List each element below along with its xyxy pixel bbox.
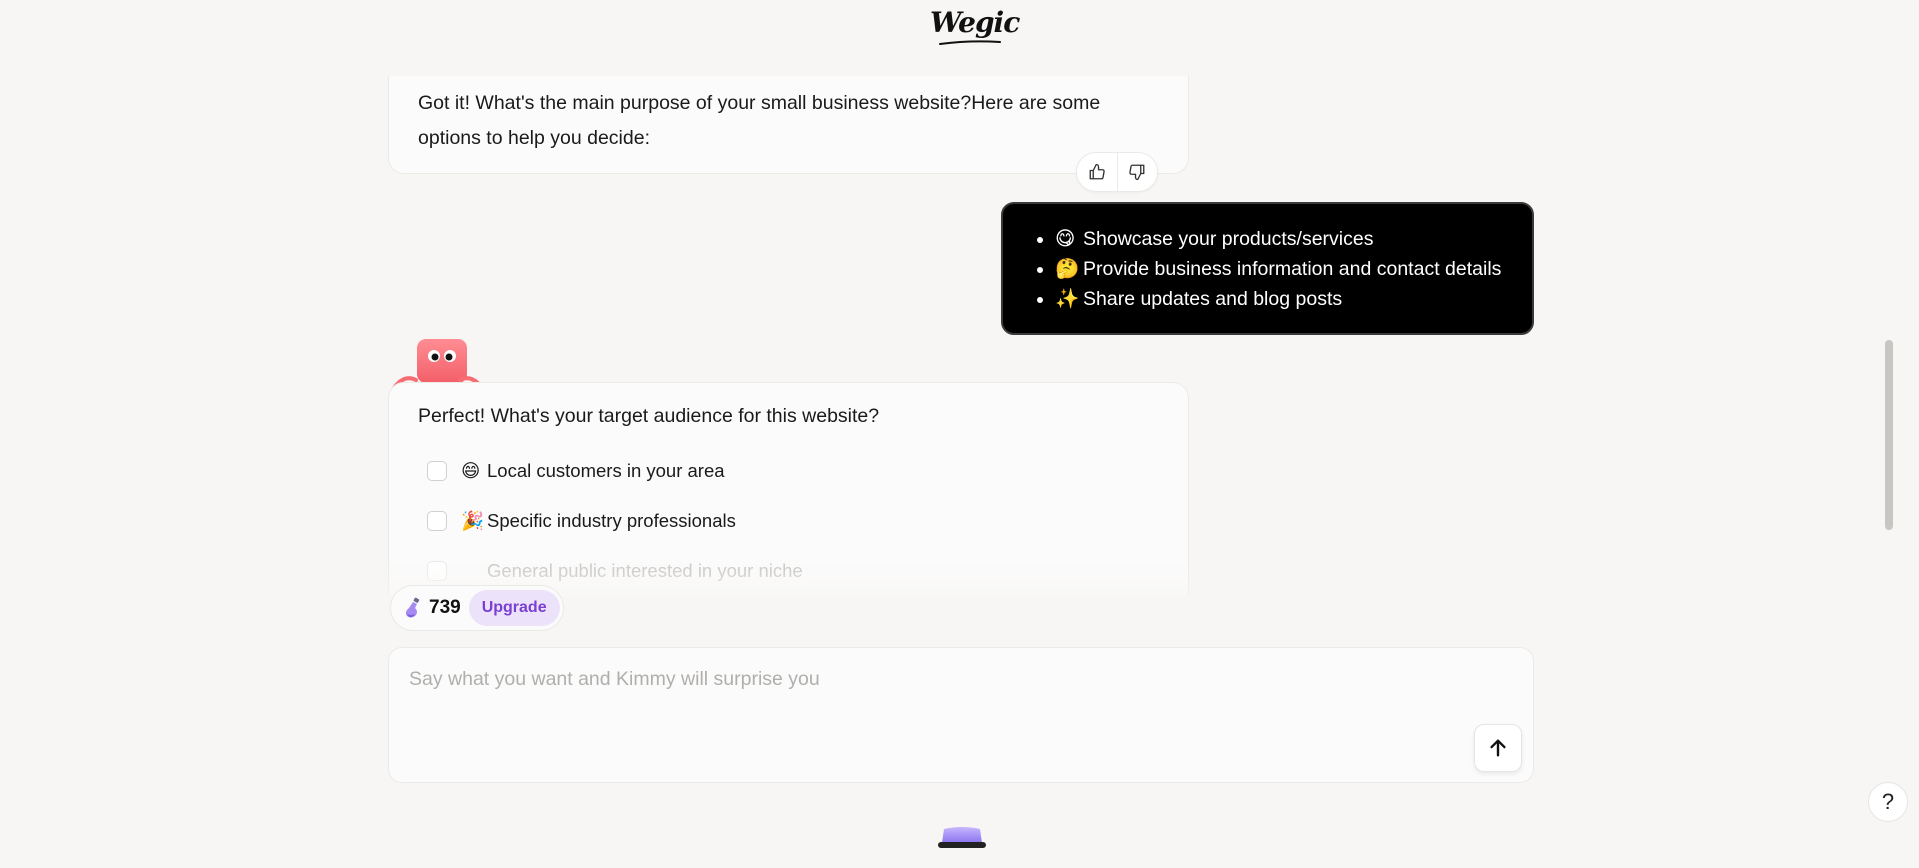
assistant-message: Got it! What's the main purpose of your …	[388, 76, 1189, 174]
option-label: General public interested in your niche	[487, 560, 803, 581]
logo-text: Wegic	[930, 6, 1020, 39]
user-message: 😋 Showcase your products/services 🤔Provid…	[1001, 202, 1534, 335]
logo-underline	[939, 40, 1001, 45]
option-checkbox[interactable]	[427, 511, 447, 531]
thumbs-up-icon	[1089, 163, 1105, 180]
workspace-icon[interactable]	[936, 823, 988, 851]
smile-emoji-icon: 😋	[1055, 228, 1076, 250]
credit-count: 739	[429, 597, 461, 618]
page: Wegic Got it! What's the main purpose of…	[0, 0, 1919, 868]
dislike-button[interactable]	[1116, 153, 1158, 191]
list-item: 🤔Provide business information and contac…	[1055, 254, 1501, 284]
upgrade-button[interactable]: Upgrade	[468, 590, 560, 626]
potion-icon	[405, 597, 420, 618]
list-item-text: Share updates and blog posts	[1083, 288, 1343, 310]
list-item-text: Showcase your products/services	[1083, 228, 1374, 250]
option-checkbox[interactable]	[427, 561, 447, 581]
message-feedback	[1076, 152, 1158, 192]
arrow-up-icon	[1490, 739, 1506, 757]
thumbs-down-icon	[1129, 164, 1145, 181]
user-message-list: 😋 Showcase your products/services 🤔Provid…	[1003, 224, 1501, 314]
option-label: Specific industry professionals	[487, 510, 736, 531]
audience-option-general[interactable]: General public interested in your niche	[427, 558, 803, 584]
sparkles-emoji-icon: ✨	[1055, 288, 1080, 310]
option-checkbox[interactable]	[427, 461, 447, 481]
audience-option-local[interactable]: 😄 Local customers in your area	[427, 458, 725, 484]
like-button[interactable]	[1077, 153, 1117, 191]
prompt-input[interactable]	[407, 666, 1411, 750]
list-item: ✨Share updates and blog posts	[1055, 284, 1501, 314]
scrollbar-thumb[interactable]	[1885, 340, 1893, 530]
audience-option-industry[interactable]: 🎉 Specific industry professionals	[427, 508, 736, 534]
option-label: Local customers in your area	[487, 460, 725, 481]
list-item: 😋 Showcase your products/services	[1055, 224, 1501, 254]
wegic-logo[interactable]: Wegic	[930, 6, 1020, 46]
list-item-text: Provide business information and contact…	[1083, 258, 1502, 280]
grin-emoji-icon: 😄	[461, 460, 481, 481]
help-button[interactable]: ?	[1868, 782, 1908, 822]
thinking-emoji-icon: 🤔	[1055, 258, 1080, 280]
chat-thread: Got it! What's the main purpose of your …	[0, 76, 1919, 596]
message-composer	[388, 647, 1534, 783]
assistant-message: Perfect! What's your target audience for…	[388, 382, 1189, 596]
assistant-question: Perfect! What's your target audience for…	[418, 405, 880, 427]
assistant-message-text: Got it! What's the main purpose of your …	[418, 92, 1101, 149]
party-popper-emoji-icon: 🎉	[461, 510, 485, 531]
send-button[interactable]	[1474, 724, 1522, 772]
credits-badge: 739 Upgrade	[390, 585, 564, 631]
